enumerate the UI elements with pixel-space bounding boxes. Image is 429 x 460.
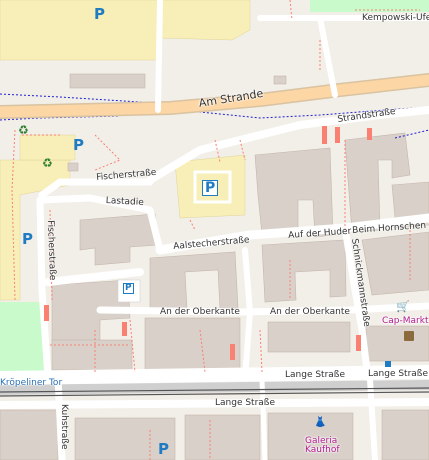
street-label-an-der-oberkante: An der Oberkante (160, 307, 240, 317)
street-label-kuhstrasse: Kuhstraße (59, 404, 69, 450)
parking-icon[interactable]: P (22, 232, 33, 247)
park-west (0, 302, 45, 374)
parking-icon[interactable]: P (158, 442, 169, 457)
tram-stop-label-kroepeliner-tor: Kröpeliner Tor (0, 378, 63, 388)
parking-icon[interactable]: P (123, 283, 134, 294)
street-label-lange-strasse: Lange Straße (215, 398, 276, 408)
recycling-icon[interactable]: ♻ (42, 157, 53, 169)
street-label-an-der-oberkante: An der Oberkante (270, 307, 350, 317)
street-label-kempowski-ufer: Kempowski-Ufer (362, 13, 429, 23)
department-store-icon[interactable]: 👗 (314, 418, 326, 428)
tram-stop-icon[interactable] (385, 361, 391, 367)
street-label-lange-strasse: Lange Straße (368, 369, 429, 379)
street-label-fischerstrasse-vertical: Fischerstraße (45, 219, 58, 281)
street-label-lastadie: Lastadie (105, 196, 145, 208)
parking-icon[interactable]: P (73, 138, 84, 153)
parking-icon[interactable]: P (94, 7, 105, 22)
parking-icon[interactable]: P (202, 180, 219, 196)
shop-icon[interactable]: 🛒 (396, 301, 410, 312)
map-view[interactable]: P P P P P P ♻ ♻ Kempowski-Ufer Am Strand… (0, 0, 429, 460)
poi-label-kaufhof: Kaufhof (305, 445, 340, 455)
street-label-lange-strasse: Lange Straße (285, 370, 346, 380)
poi-label-cap-markt: Cap-Markt (382, 316, 429, 326)
shop-icon[interactable] (404, 331, 414, 341)
recycling-icon[interactable]: ♻ (18, 124, 29, 136)
